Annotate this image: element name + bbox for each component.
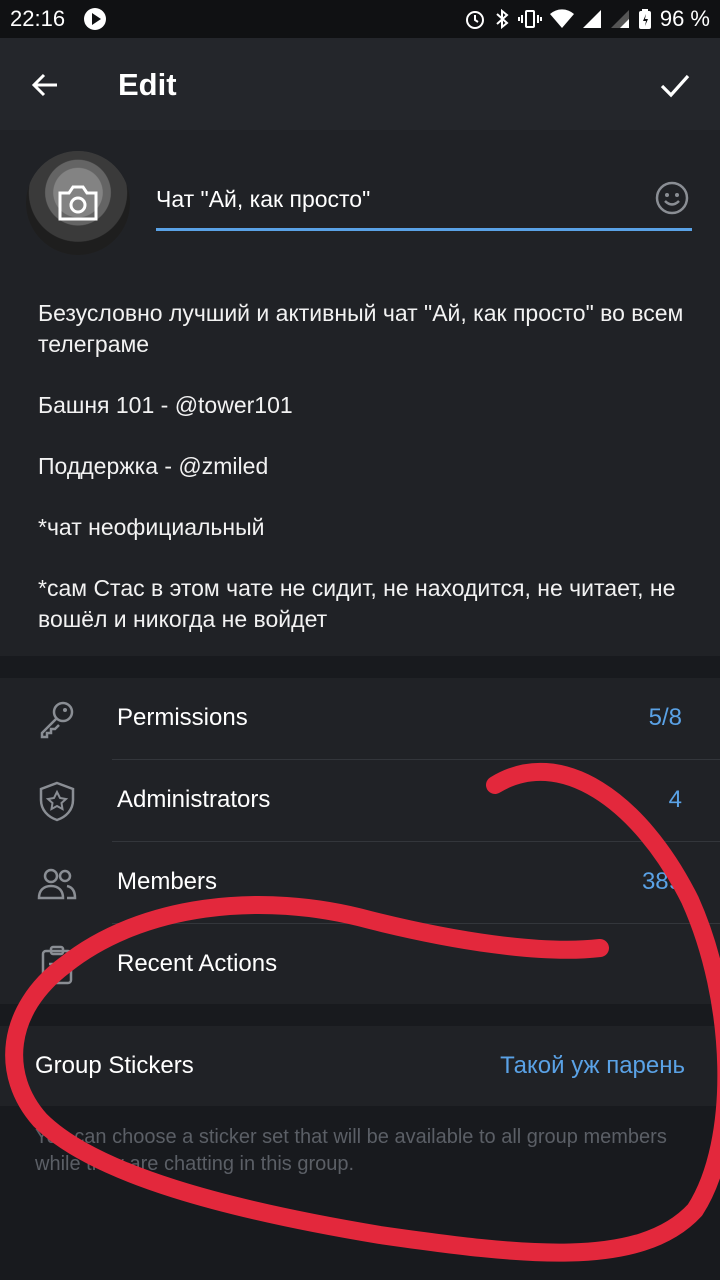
description-line: Безусловно лучший и активный чат "Ай, ка…: [38, 300, 684, 357]
administrators-label: Administrators: [117, 786, 271, 813]
page-title: Edit: [118, 67, 177, 102]
battery-icon: [638, 9, 651, 29]
recent-actions-label: Recent Actions: [117, 950, 278, 977]
members-count: 389: [641, 868, 682, 895]
app-bar: Edit: [0, 38, 720, 130]
permissions-count: 5/8: [648, 704, 682, 731]
group-info-section: Чат "Ай, как просто" Безусловно лучший и…: [0, 130, 720, 656]
group-name-input[interactable]: Чат "Ай, как просто": [156, 186, 370, 213]
group-description-field[interactable]: Безусловно лучший и активный чат "Ай, ка…: [38, 298, 688, 665]
administrators-row[interactable]: Administrators 4: [0, 760, 720, 842]
camera-icon: [58, 185, 98, 221]
key-icon: [40, 701, 74, 739]
members-label: Members: [117, 868, 218, 895]
group-name-field[interactable]: Чат "Ай, как просто": [156, 174, 692, 231]
status-time: 22:16: [10, 6, 66, 31]
recent-actions-row[interactable]: Recent Actions: [0, 924, 720, 1006]
section-divider: [0, 1004, 720, 1026]
signal-icon: [582, 10, 601, 28]
arrow-left-icon: [31, 73, 57, 97]
status-bar: 22:16 96 %: [0, 0, 720, 38]
status-icons: 96 %: [464, 6, 710, 32]
permissions-label: Permissions: [117, 704, 248, 731]
people-icon: [37, 868, 77, 900]
group-stickers-value: Такой уж парень: [500, 1052, 685, 1079]
vibrate-icon: [517, 10, 542, 28]
section-divider: [0, 656, 720, 678]
emoji-icon[interactable]: [654, 180, 690, 216]
alarm-icon: [465, 11, 484, 29]
administrators-count: 4: [668, 786, 682, 813]
bluetooth-icon: [496, 8, 509, 30]
members-row[interactable]: Members 389: [0, 842, 720, 924]
done-button[interactable]: [652, 62, 698, 108]
permissions-row[interactable]: Permissions 5/8: [0, 678, 720, 760]
group-settings-list: Permissions 5/8 Administrators 4 Members…: [0, 678, 720, 1004]
clipboard-icon: [41, 945, 73, 985]
play-icon: [84, 8, 106, 30]
shield-star-icon: [39, 781, 75, 822]
description-line: Поддержка - @zmiled: [38, 453, 269, 479]
group-stickers-label: Group Stickers: [35, 1052, 194, 1079]
group-stickers-hint: You can choose a sticker set that will b…: [35, 1126, 667, 1175]
wifi-icon: [549, 9, 574, 28]
group-stickers-row[interactable]: Group Stickers Такой уж парень: [0, 1026, 720, 1106]
group-avatar[interactable]: [26, 151, 130, 255]
signal-empty-icon: [610, 10, 629, 28]
battery-percent: 96 %: [659, 6, 710, 31]
description-line: *сам Стас в этом чате не сидит, не наход…: [38, 575, 676, 632]
description-line: *чат неофициальный: [38, 514, 265, 540]
checkmark-icon: [660, 74, 690, 98]
description-line: Башня 101 - @tower101: [38, 392, 293, 418]
back-button[interactable]: [22, 62, 68, 108]
